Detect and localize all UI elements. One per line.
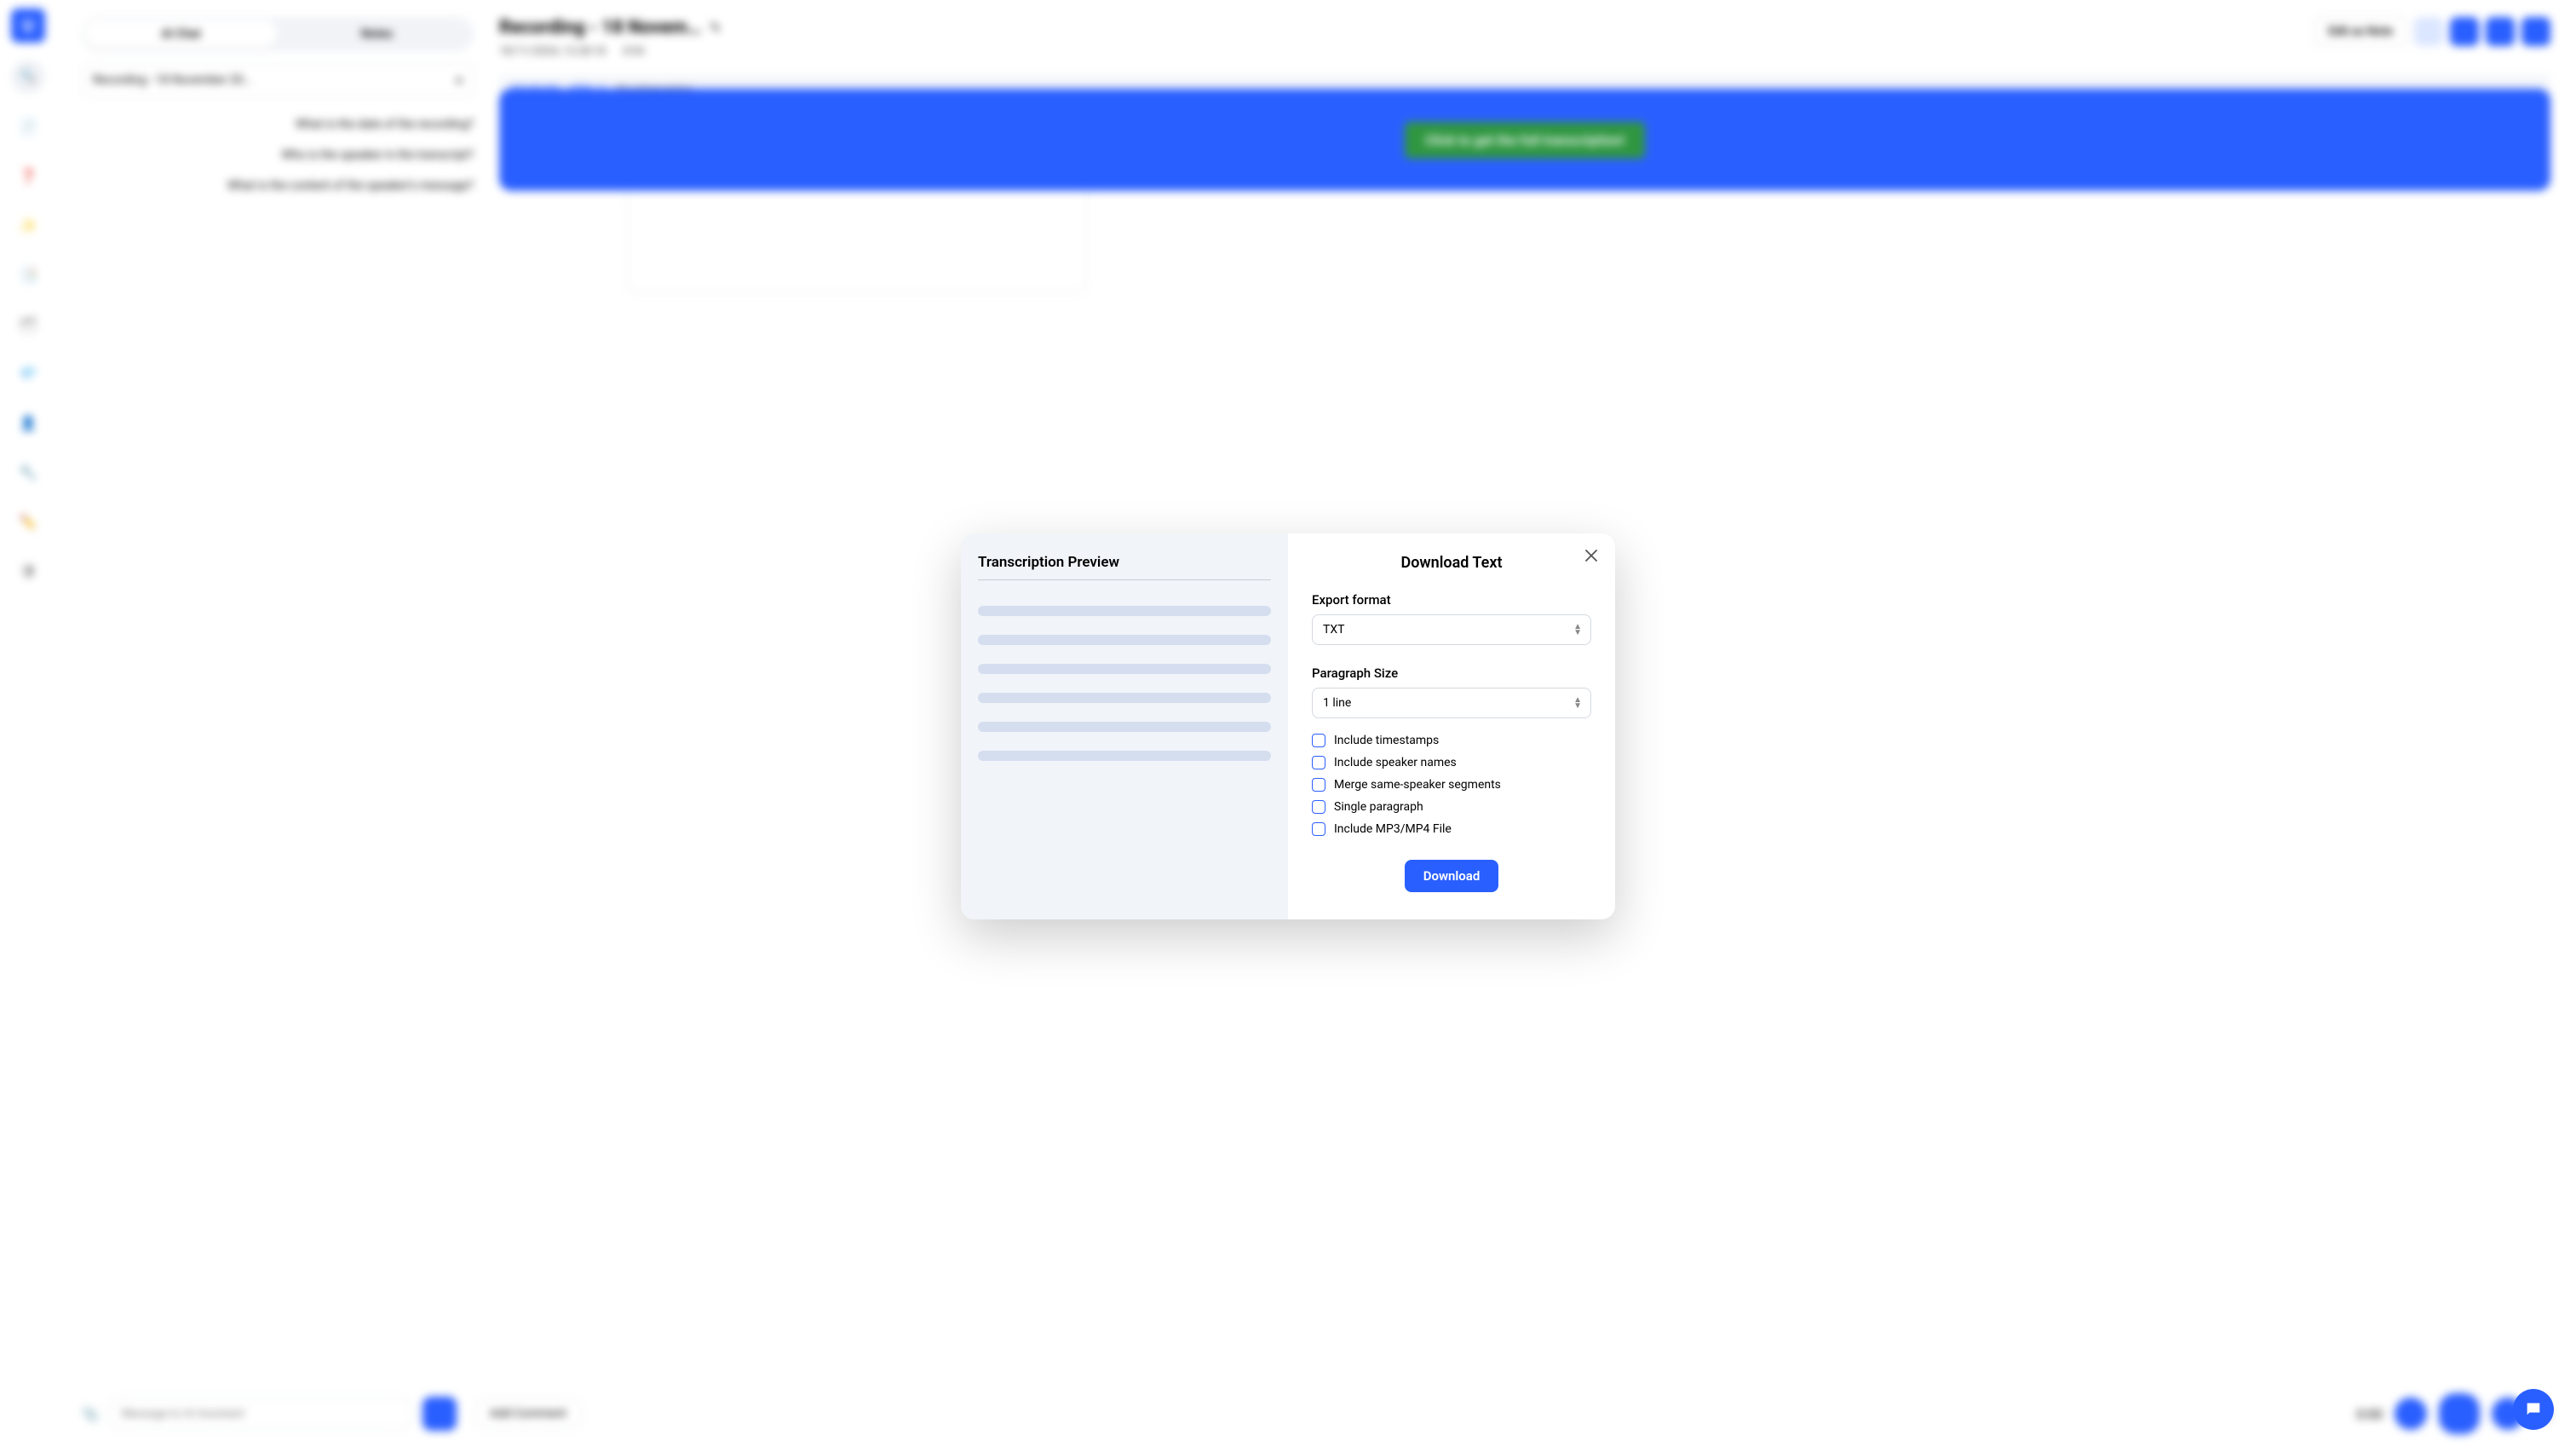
skeleton-line <box>978 722 1271 732</box>
export-format-label: Export format <box>1312 592 1591 608</box>
modal-overlay: Transcription Preview Download Text Expo… <box>0 0 2576 1452</box>
export-format-select[interactable]: TXT ▲▼ <box>1312 614 1591 645</box>
checkbox-label: Include MP3/MP4 File <box>1334 822 1452 836</box>
checkbox-include-speaker-names[interactable]: Include speaker names <box>1312 756 1591 769</box>
checkbox-include-timestamps[interactable]: Include timestamps <box>1312 734 1591 747</box>
checkbox-icon <box>1312 822 1325 836</box>
preview-title: Transcription Preview <box>978 554 1271 580</box>
checkbox-icon <box>1312 800 1325 814</box>
skeleton-line <box>978 635 1271 645</box>
skeleton-line <box>978 664 1271 674</box>
modal-title: Download Text <box>1312 554 1591 572</box>
select-arrows-icon: ▲▼ <box>1573 697 1582 709</box>
checkbox-label: Include timestamps <box>1334 734 1439 747</box>
checkbox-icon <box>1312 778 1325 792</box>
checkbox-merge-same-speaker[interactable]: Merge same-speaker segments <box>1312 778 1591 792</box>
skeleton-line <box>978 606 1271 616</box>
paragraph-size-select[interactable]: 1 line ▲▼ <box>1312 688 1591 718</box>
preview-skeleton <box>978 606 1271 761</box>
paragraph-size-value: 1 line <box>1323 696 1351 710</box>
download-form: Download Text Export format TXT ▲▼ Parag… <box>1288 533 1615 919</box>
paragraph-size-label: Paragraph Size <box>1312 666 1591 681</box>
checkbox-label: Single paragraph <box>1334 800 1423 814</box>
checkbox-label: Include speaker names <box>1334 756 1457 769</box>
checkbox-label: Merge same-speaker segments <box>1334 778 1501 792</box>
checkbox-include-media-file[interactable]: Include MP3/MP4 File <box>1312 822 1591 836</box>
checkbox-single-paragraph[interactable]: Single paragraph <box>1312 800 1591 814</box>
checkbox-icon <box>1312 734 1325 747</box>
transcription-preview-panel: Transcription Preview <box>961 533 1288 919</box>
skeleton-line <box>978 693 1271 703</box>
export-format-value: TXT <box>1323 623 1344 637</box>
select-arrows-icon: ▲▼ <box>1573 624 1582 636</box>
skeleton-line <box>978 751 1271 761</box>
close-button[interactable] <box>1581 545 1601 566</box>
download-button[interactable]: Download <box>1405 860 1499 892</box>
close-icon <box>1585 550 1597 562</box>
download-text-modal: Transcription Preview Download Text Expo… <box>961 533 1615 919</box>
checkbox-icon <box>1312 756 1325 769</box>
